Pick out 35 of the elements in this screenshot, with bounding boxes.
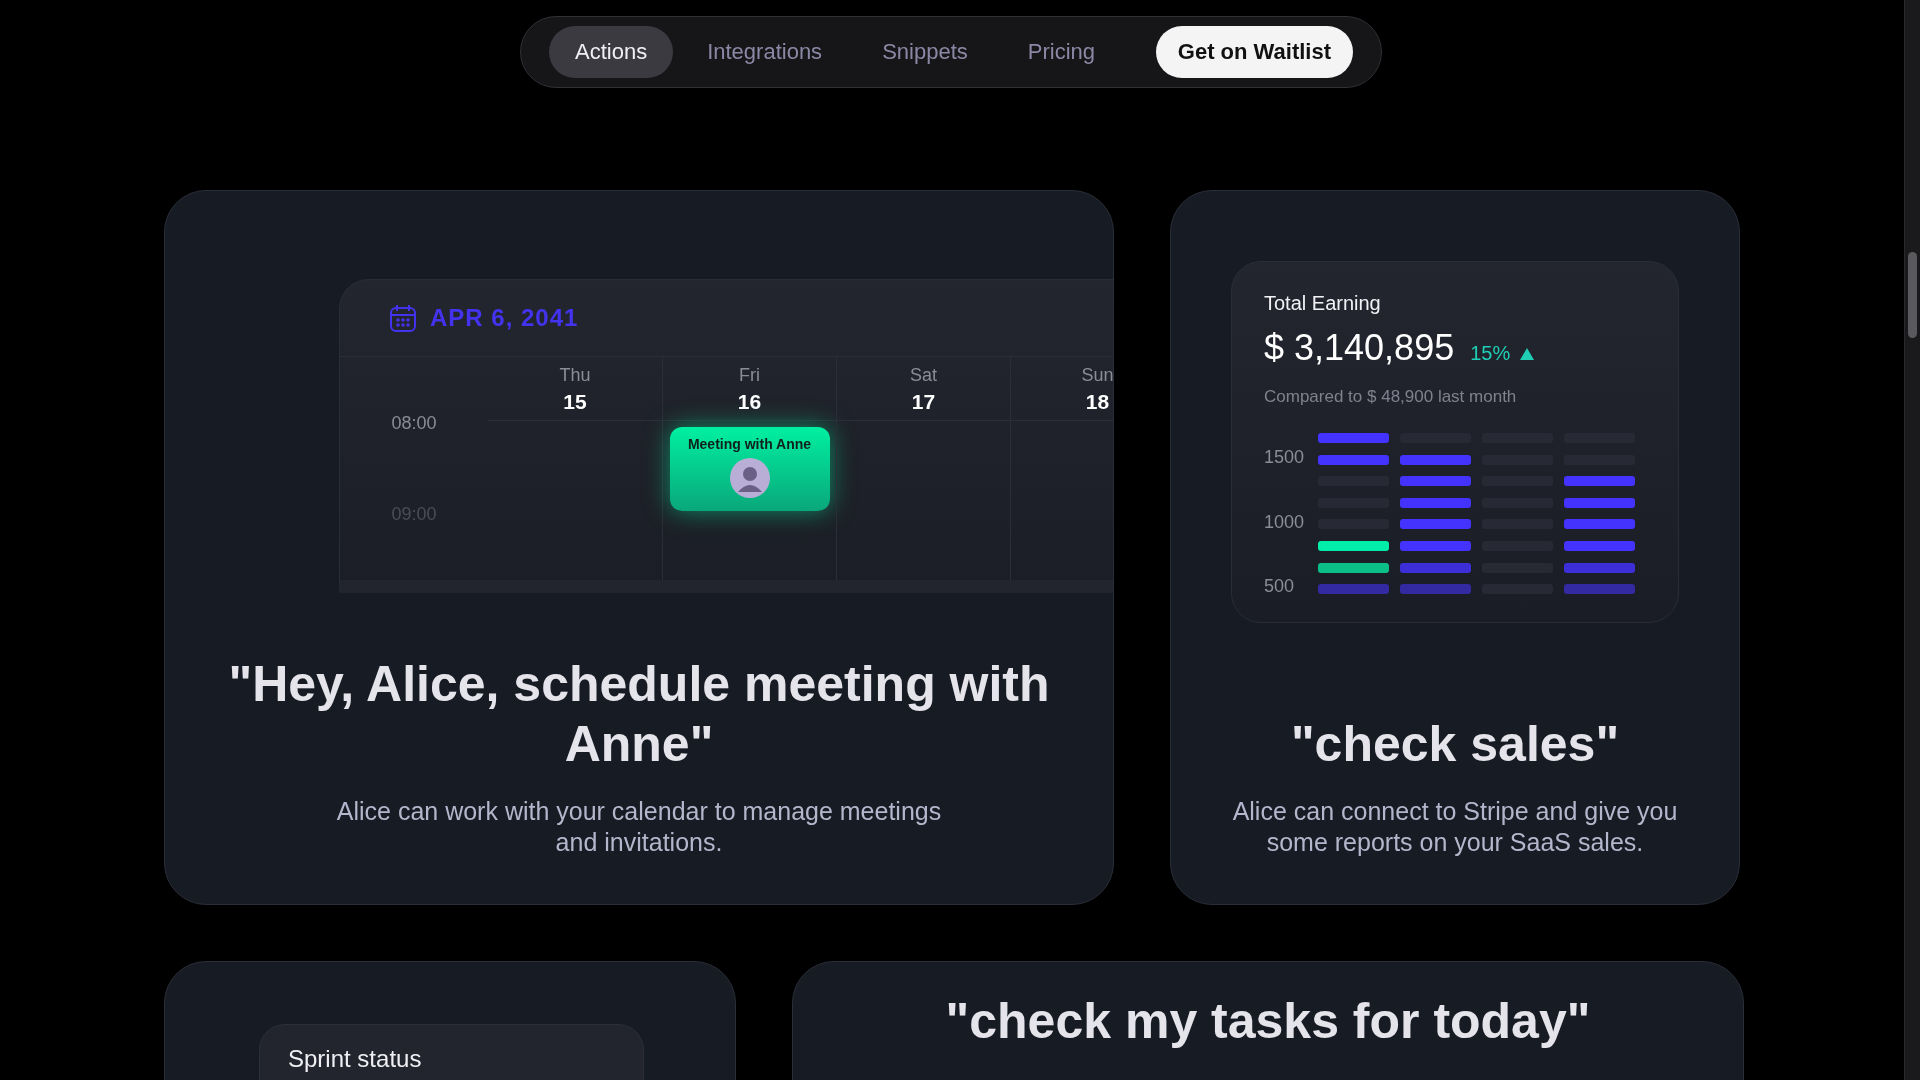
calendar-date: APR 6, 2041 — [430, 304, 579, 332]
card-quote: "Hey, Alice, schedule meeting with Anne" — [227, 655, 1051, 774]
day-number: 15 — [563, 390, 587, 414]
sprint-title: Sprint status — [288, 1045, 422, 1072]
nav-tab[interactable]: Pricing — [1001, 26, 1121, 78]
event-title: Meeting with Anne — [687, 436, 812, 452]
weekday-label: Sat — [910, 365, 937, 386]
scrollbar-thumb[interactable] — [1908, 252, 1917, 338]
card-quote: "check sales" — [1290, 715, 1620, 774]
axis-label: 1000 — [1264, 511, 1306, 533]
weekday-label: Sun — [1081, 365, 1113, 386]
change-percent: 15% — [1470, 342, 1511, 365]
earnings-title: Total Earning — [1264, 292, 1382, 315]
scrollbar[interactable] — [1904, 0, 1920, 1080]
nav-tab[interactable]: Integrations — [681, 26, 849, 78]
avatar-icon — [729, 458, 770, 498]
weekday-label: Thu — [559, 365, 591, 386]
triangle-icon — [1520, 347, 1535, 360]
day-number: 16 — [737, 390, 762, 414]
nav-tab[interactable]: Actions — [549, 26, 674, 78]
meeting-event[interactable]: Meeting with Anne — [669, 427, 830, 511]
day-number: 17 — [911, 390, 936, 414]
calendar-icon — [390, 304, 416, 332]
weekday-label: Fri — [739, 365, 760, 386]
nav-tab[interactable]: Snippets — [856, 26, 994, 78]
comparison-text: Compared to $ 48,900 last month — [1264, 387, 1518, 407]
earnings-amount: $ 3,140,895 — [1264, 327, 1455, 369]
card-quote: "check my tasks for today" — [945, 992, 1591, 1050]
axis-label: 500 — [1264, 576, 1296, 597]
card-description: Alice can connect to Stripe and give you some reports on your SaaS sales. — [1231, 796, 1679, 858]
time-label: 08:00 — [391, 413, 437, 434]
waitlist-button[interactable]: Get on Waitlist — [1155, 26, 1353, 78]
day-number: 18 — [1085, 390, 1110, 414]
card-description: Alice can work with your calendar to manage meetings and invitations. — [335, 796, 943, 858]
axis-label: 1500 — [1264, 447, 1306, 468]
